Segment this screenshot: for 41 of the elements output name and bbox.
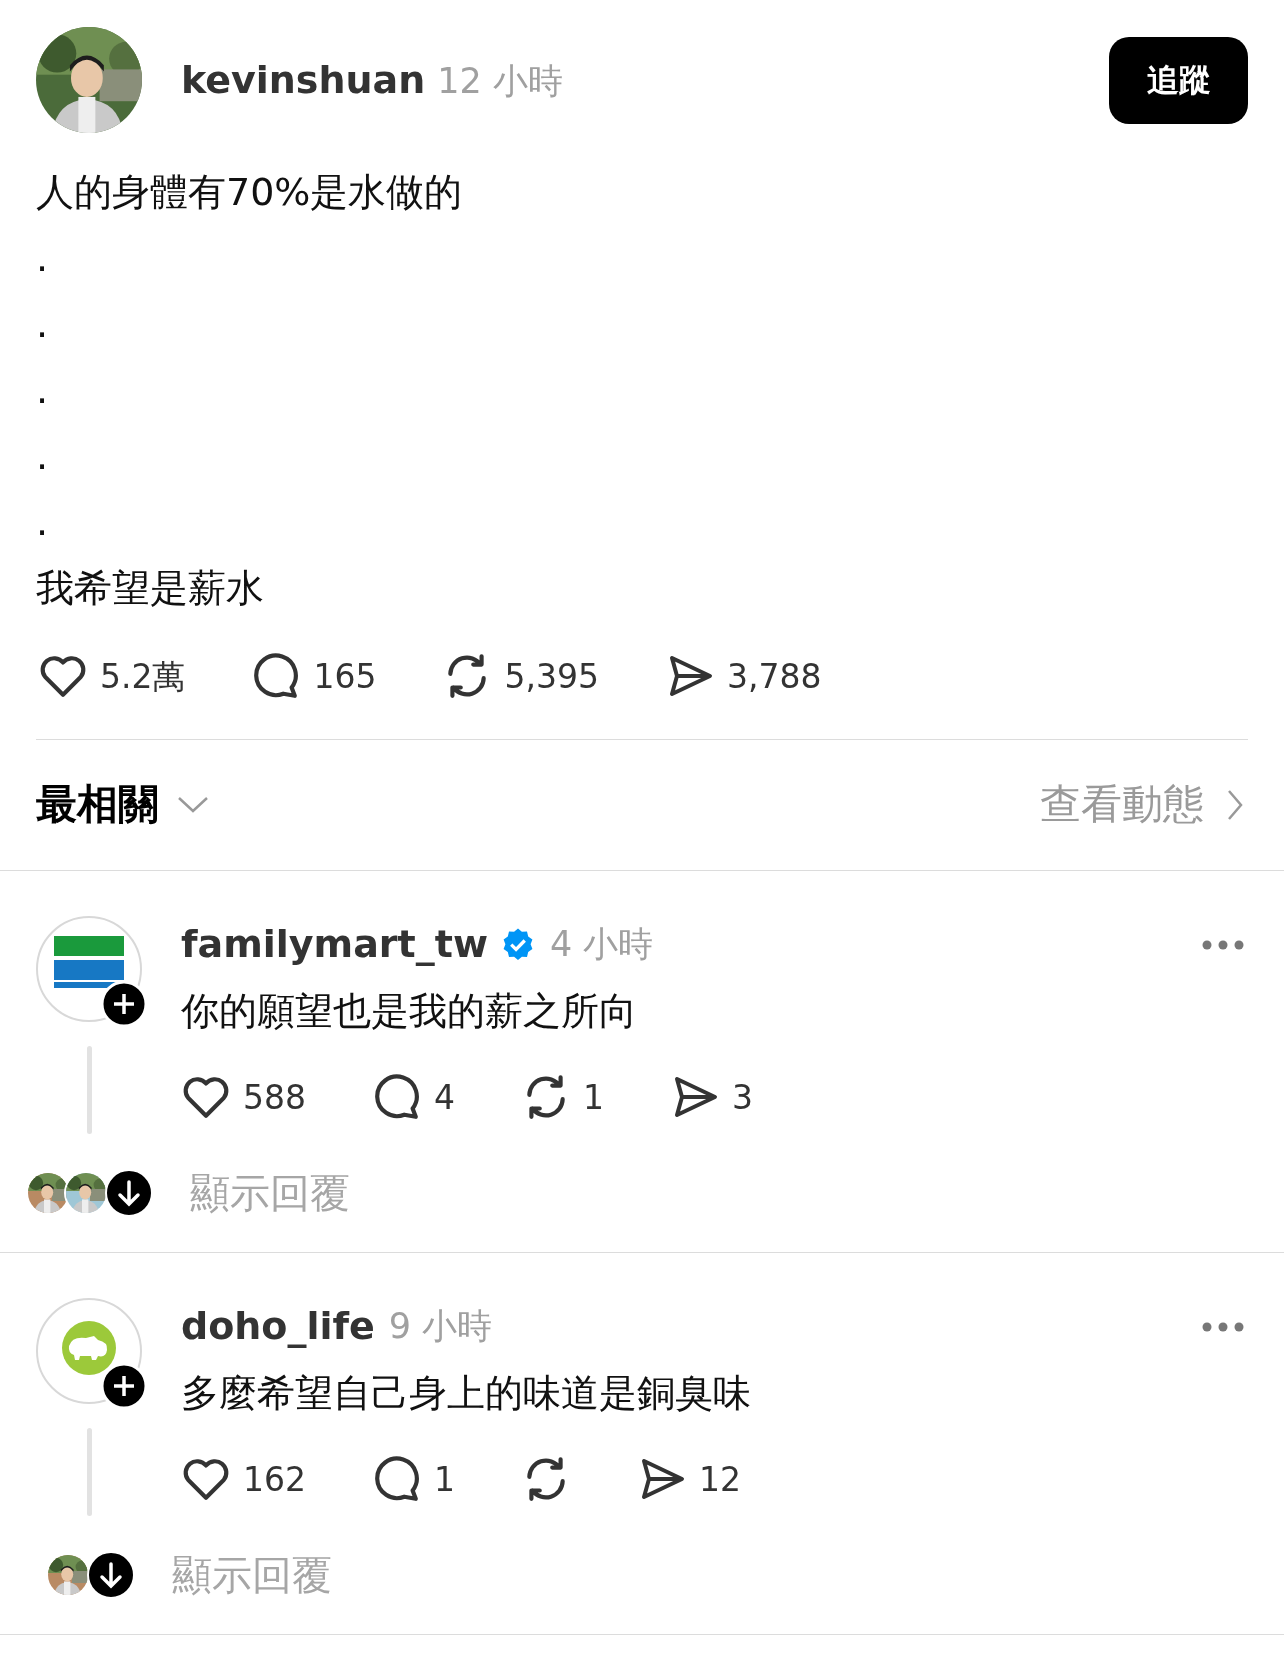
more-icon[interactable] <box>1202 939 1244 950</box>
arrow-down-icon[interactable] <box>86 1550 136 1600</box>
repost-count: 5,395 <box>504 659 599 693</box>
comment-count: 1 <box>434 1462 455 1496</box>
more-icon[interactable] <box>1202 1321 1244 1332</box>
post-text: 人的身體有70%是水做的 <box>36 169 464 216</box>
post-text: . <box>36 499 50 546</box>
heart-icon[interactable] <box>38 653 88 699</box>
username[interactable]: familymart_tw <box>181 916 488 973</box>
comment-count: 4 <box>434 1080 455 1114</box>
share-count: 12 <box>699 1462 741 1496</box>
comment-time: 4 小時 <box>550 923 655 967</box>
speech-bubble-icon[interactable] <box>372 1454 422 1504</box>
post-text: . <box>36 301 50 348</box>
share-count: 3 <box>732 1080 753 1114</box>
sort-dropdown[interactable]: 最相關 <box>36 774 209 836</box>
post-text: . <box>36 235 50 282</box>
post-text: . <box>36 367 50 414</box>
post-text: . <box>36 433 50 480</box>
username[interactable]: kevinshuan <box>181 51 426 109</box>
username[interactable]: doho_life <box>181 1298 375 1355</box>
repost-count: 1 <box>583 1080 604 1114</box>
comment-time: 9 小時 <box>388 1305 494 1349</box>
comment-count: 165 <box>313 659 377 693</box>
heart-icon[interactable] <box>181 1074 231 1120</box>
arrow-down-icon[interactable] <box>104 1168 154 1218</box>
like-count: 5.2萬 <box>100 659 186 693</box>
chevron-down-icon <box>177 795 209 815</box>
like-count: 162 <box>243 1462 306 1496</box>
speech-bubble-icon[interactable] <box>372 1072 422 1122</box>
add-icon[interactable] <box>100 980 148 1028</box>
follow-button[interactable]: 追蹤 <box>1109 36 1248 124</box>
post-text: 我希望是薪水 <box>36 565 265 612</box>
chevron-right-icon <box>1226 789 1244 821</box>
comment-text: 你的願望也是我的薪之所向 <box>181 988 638 1035</box>
share-count: 3,788 <box>726 659 822 693</box>
heart-icon[interactable] <box>181 1456 231 1502</box>
like-count: 588 <box>243 1080 306 1114</box>
add-icon[interactable] <box>100 1362 148 1410</box>
post-time: 12 小時 <box>437 59 563 103</box>
comment-text: 多麼希望自己身上的味道是銅臭味 <box>181 1370 752 1417</box>
